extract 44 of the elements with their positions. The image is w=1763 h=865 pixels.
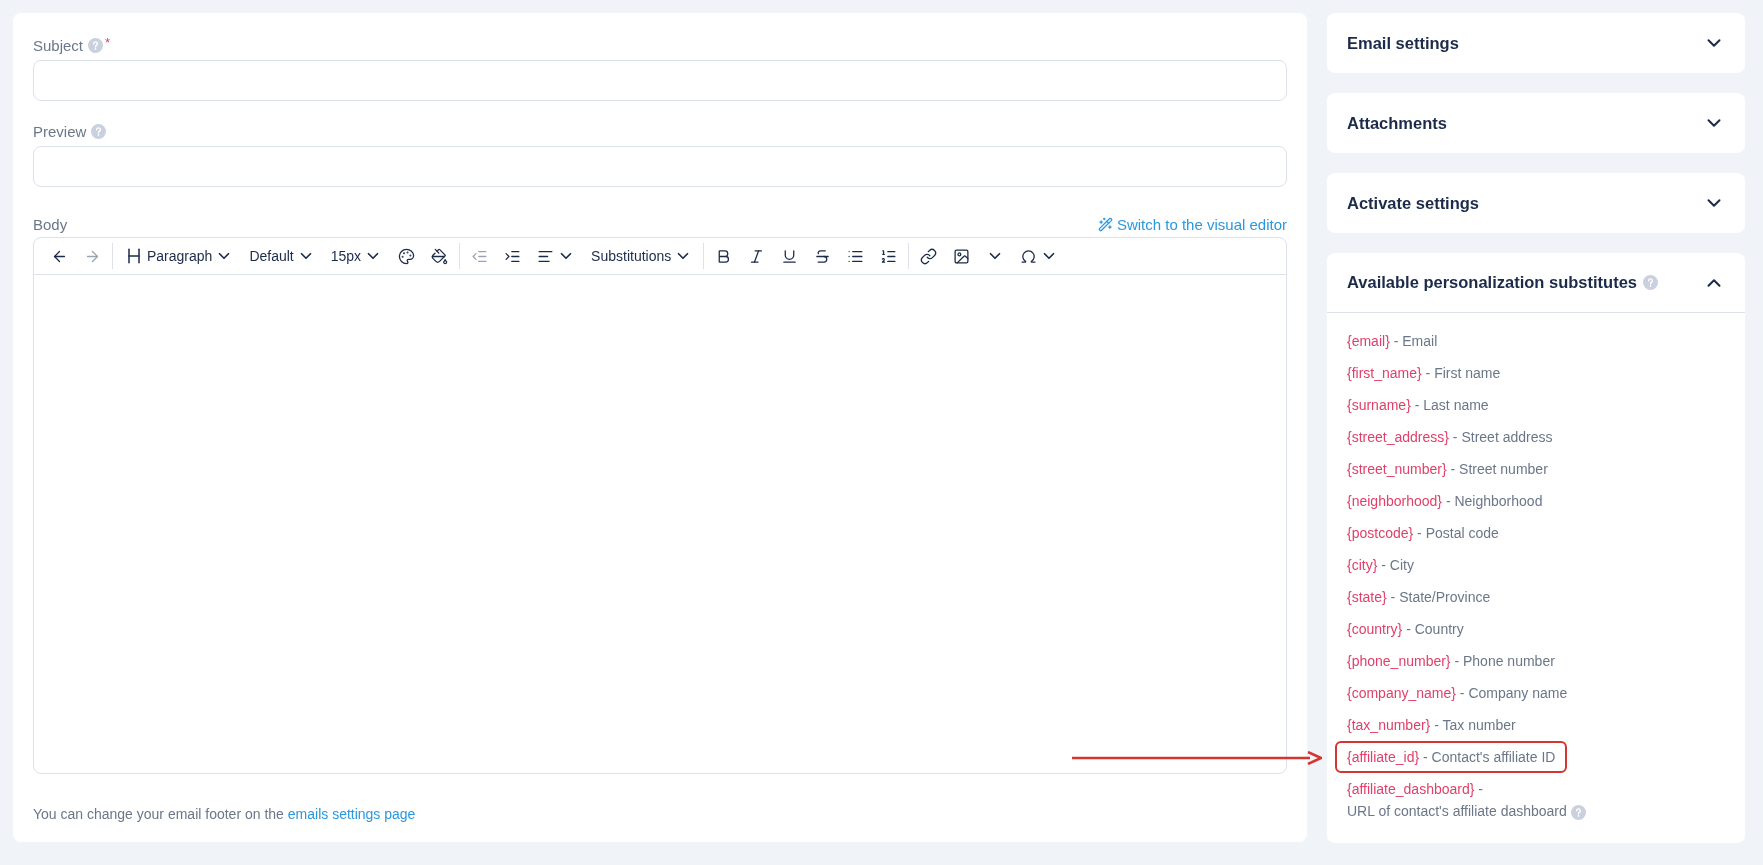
substitute-item: {state} - State/Province: [1346, 588, 1492, 607]
panel-header[interactable]: Attachments: [1327, 93, 1745, 153]
toolbar-dropdown[interactable]: Substitutions: [584, 242, 700, 270]
panel-header[interactable]: Available personalization substitutes: [1327, 253, 1745, 313]
field-label: Body: [33, 216, 68, 233]
preview-field[interactable]: [33, 146, 1287, 187]
footer-note: You can change your email footer on the emails settings page: [33, 806, 417, 822]
paint-bucket-icon: [431, 247, 449, 265]
substitute-item: {affiliate_id} - Contact's affiliate ID: [1335, 741, 1568, 773]
substitute-item: {company_name} - Company name: [1346, 684, 1569, 703]
toolbar-dropdown[interactable]: Default: [242, 242, 322, 270]
underline-icon: [781, 247, 799, 265]
substitute-item: {postcode} - Postal code: [1346, 524, 1500, 543]
substitute-item: {phone_number} - Phone number: [1346, 652, 1556, 671]
panel-title: Available personalization substitutes: [1347, 273, 1638, 292]
substitute-item: {city} - City: [1346, 556, 1415, 575]
palette-icon: [398, 247, 416, 265]
numbered-list-icon: [880, 247, 898, 265]
strikethrough-icon: [814, 247, 832, 265]
substitute-item: {affiliate_dashboard} - URL of contact's affiliate dashboard: [1335, 773, 1598, 827]
substitute-item: {tax_number} - Tax number: [1346, 716, 1517, 735]
image-icon: [953, 247, 971, 265]
link-icon: [920, 247, 938, 265]
panel-header[interactable]: Email settings: [1327, 13, 1745, 73]
substitute-item: {street_number} - Street number: [1346, 460, 1549, 479]
substitute-item: {neighborhood} - Neighborhood: [1346, 492, 1544, 511]
panel-title: Email settings: [1347, 33, 1459, 53]
field-label: Subject: [33, 36, 84, 54]
substitute-item: {email} - Email: [1346, 332, 1439, 351]
panel-title: Attachments: [1347, 113, 1447, 133]
field-label: Preview: [33, 122, 87, 140]
omega-icon: [1020, 247, 1038, 265]
body-editor[interactable]: Paragraph Default 15px Substitutions: [33, 237, 1287, 774]
panel-header[interactable]: Activate settings: [1327, 173, 1745, 233]
toolbar-dropdown[interactable]: Paragraph: [117, 242, 241, 270]
magic-wand-icon: [1097, 217, 1113, 232]
substitute-item: {street_address} - Street address: [1346, 428, 1554, 447]
subject-field[interactable]: [33, 60, 1287, 101]
panel-title: Activate settings: [1347, 193, 1480, 213]
substitute-item: {first_name} - First name: [1346, 364, 1502, 383]
toolbar-dropdown[interactable]: 15px: [323, 242, 390, 270]
substitute-item: {country} - Country: [1346, 620, 1465, 639]
substitute-item: {surname} - Last name: [1346, 396, 1490, 415]
required-mark: *: [105, 35, 111, 50]
